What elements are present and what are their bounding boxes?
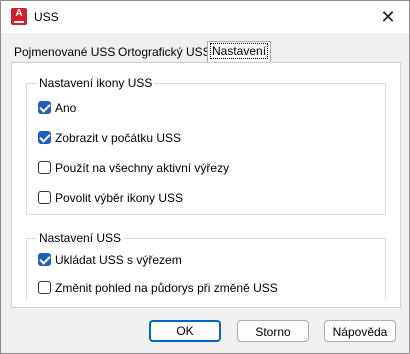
app-icon-underline xyxy=(14,21,24,23)
group-title-ucs-settings: Nastavení USS xyxy=(37,231,124,245)
checkbox-on-box[interactable] xyxy=(38,101,51,114)
checkbox-update-view-to-plan[interactable]: Změnit pohled na půdorys při změně USS xyxy=(38,280,278,298)
checkbox-on-label: Ano xyxy=(55,101,77,115)
checkbox-save-ucs-with-viewport-label: Ukládat USS s výřezem xyxy=(55,253,182,267)
checkbox-on[interactable]: Ano xyxy=(38,100,76,118)
uss-dialog: A USS ✕ Pojmenované USS Ortografický USS… xyxy=(0,0,410,354)
checkbox-display-at-origin-label: Zobrazit v počátku USS xyxy=(55,131,182,145)
checkbox-save-ucs-with-viewport[interactable]: Ukládat USS s výřezem xyxy=(38,252,182,270)
tab-strip: Pojmenované USS Ortografický USS Nastave… xyxy=(11,41,401,63)
close-icon[interactable]: ✕ xyxy=(377,7,399,27)
autocad-app-icon: A xyxy=(11,8,27,25)
checkbox-apply-all-viewports-box[interactable] xyxy=(38,161,51,174)
title-bar[interactable]: A USS ✕ xyxy=(1,1,409,33)
checkbox-apply-all-viewports-label: Použít na všechny aktivní výřezy xyxy=(55,161,230,175)
tab-settings-label: Nastavení xyxy=(209,43,269,59)
checkbox-allow-icon-selection-box[interactable] xyxy=(38,191,51,204)
window-title: USS xyxy=(34,10,59,24)
tab-orthographic-ucs[interactable]: Ortografický USS xyxy=(115,43,214,62)
tab-settings[interactable]: Nastavení xyxy=(207,41,272,63)
checkbox-allow-icon-selection-label: Povolit výběr ikony USS xyxy=(55,191,184,205)
checkbox-update-view-to-plan-box[interactable] xyxy=(38,281,51,294)
tab-named-ucs[interactable]: Pojmenované USS xyxy=(11,43,118,62)
checkbox-display-at-origin[interactable]: Zobrazit v počátku USS xyxy=(38,130,181,148)
settings-panel: Nastavení ikony USS Ano Zobrazit v počát… xyxy=(11,62,401,308)
help-button[interactable]: Nápověda xyxy=(324,320,396,342)
checkbox-update-view-to-plan-label: Změnit pohled na půdorys při změně USS xyxy=(55,281,278,295)
app-icon-letter: A xyxy=(15,8,23,19)
checkbox-allow-icon-selection[interactable]: Povolit výběr ikony USS xyxy=(38,190,183,208)
checkbox-save-ucs-with-viewport-box[interactable] xyxy=(38,253,51,266)
checkbox-display-at-origin-box[interactable] xyxy=(38,131,51,144)
ok-button[interactable]: OK xyxy=(149,320,221,342)
checkbox-apply-all-viewports[interactable]: Použít na všechny aktivní výřezy xyxy=(38,160,229,178)
group-title-icon-settings: Nastavení ikony USS xyxy=(37,76,155,90)
cancel-button[interactable]: Storno xyxy=(237,320,309,342)
